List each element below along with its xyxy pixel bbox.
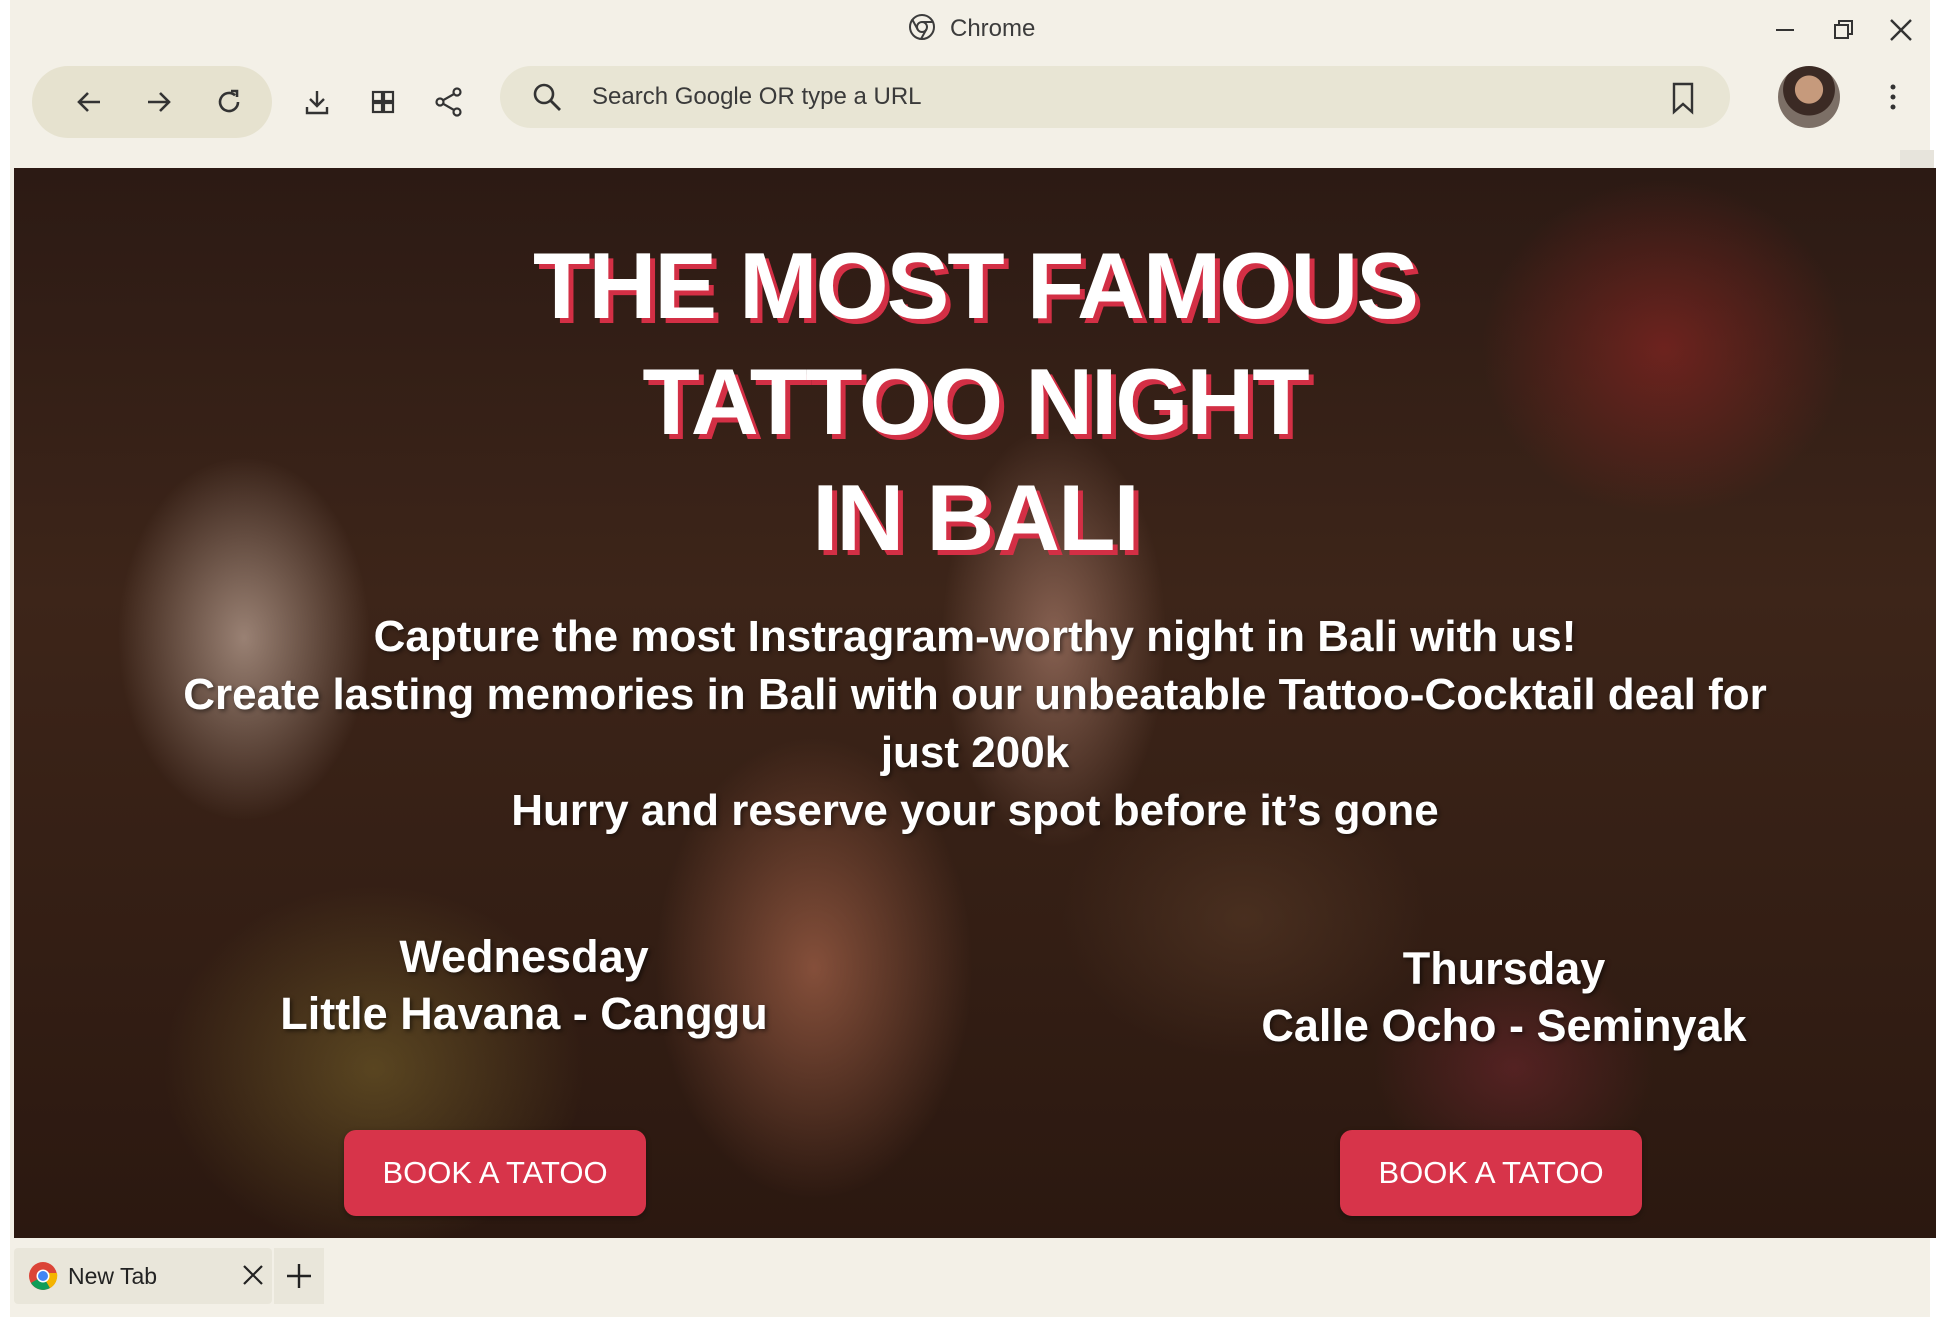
event-day: Wednesday	[399, 931, 649, 982]
bookmark-button[interactable]	[1668, 81, 1698, 120]
tab-strip: New Tab	[10, 1242, 1930, 1312]
tab-label: New Tab	[68, 1263, 158, 1289]
description-line: Create lasting memories in Bali with our…	[183, 670, 1767, 719]
minimize-icon	[1776, 29, 1794, 31]
hero-title-line: IN BALI	[812, 465, 1139, 570]
event-thursday: Thursday Calle Ocho - Seminyak	[1204, 940, 1804, 1054]
close-icon	[243, 1265, 263, 1285]
event-day: Thursday	[1402, 943, 1606, 994]
forward-icon	[148, 92, 171, 112]
forward-button[interactable]	[136, 79, 182, 125]
navigation-group	[32, 66, 272, 138]
page-viewport: THE MOST FAMOUS TATTOO NIGHT IN BALI Cap…	[14, 168, 1936, 1238]
share-button[interactable]	[426, 79, 472, 125]
reload-icon	[218, 89, 240, 113]
tab-new-tab[interactable]: New Tab	[14, 1248, 272, 1304]
close-window-button[interactable]	[1876, 8, 1926, 52]
more-menu-button[interactable]	[1870, 74, 1916, 120]
event-wednesday: Wednesday Little Havana - Canggu	[234, 928, 814, 1042]
hero-description: Capture the most Instragram-worthy night…	[114, 608, 1836, 840]
description-line: Hurry and reserve your spot before it’s …	[511, 786, 1439, 835]
address-bar-placeholder: Search Google OR type a URL	[592, 83, 922, 110]
window-title: Chrome	[950, 15, 1036, 42]
scrollbar-top[interactable]	[1900, 150, 1934, 168]
new-tab-icon	[287, 1264, 311, 1288]
window-title-group: Chrome	[908, 12, 1035, 46]
book-tattoo-button-thursday[interactable]: BOOK A TATOO	[1340, 1130, 1642, 1216]
search-icon	[530, 80, 564, 119]
tab-close-button[interactable]	[238, 1260, 268, 1290]
toolbar: Search Google OR type a URL	[10, 58, 1930, 142]
restore-icon	[1834, 20, 1853, 39]
bookmark-icon	[1672, 82, 1694, 115]
description-line: Capture the most Instragram-worthy night…	[373, 612, 1577, 661]
back-button[interactable]	[66, 79, 112, 125]
title-bar: Chrome	[10, 0, 1930, 58]
reload-button[interactable]	[206, 79, 252, 125]
new-tab-button[interactable]	[274, 1248, 324, 1304]
event-location: Little Havana - Canggu	[280, 988, 768, 1039]
share-icon	[435, 87, 462, 117]
restore-button[interactable]	[1818, 8, 1868, 52]
minimize-button[interactable]	[1760, 8, 1810, 52]
book-tattoo-button-wednesday[interactable]: BOOK A TATOO	[344, 1130, 646, 1216]
download-button[interactable]	[294, 79, 340, 125]
close-icon	[1890, 19, 1912, 41]
chrome-icon	[908, 13, 936, 46]
description-line: just 200k	[880, 728, 1070, 777]
hero-title-line: TATTOO NIGHT	[642, 349, 1309, 454]
extensions-button[interactable]	[360, 79, 406, 125]
event-location: Calle Ocho - Seminyak	[1261, 1000, 1747, 1051]
hero-title: THE MOST FAMOUS TATTOO NIGHT IN BALI	[14, 228, 1936, 576]
more-icon	[1890, 84, 1896, 110]
profile-avatar[interactable]	[1778, 66, 1840, 128]
back-icon	[77, 92, 100, 112]
hero-title-line: THE MOST FAMOUS	[533, 233, 1419, 338]
download-icon	[305, 91, 329, 115]
address-bar[interactable]: Search Google OR type a URL	[500, 66, 1730, 128]
chrome-logo-icon	[28, 1261, 58, 1296]
extensions-icon	[371, 90, 395, 114]
